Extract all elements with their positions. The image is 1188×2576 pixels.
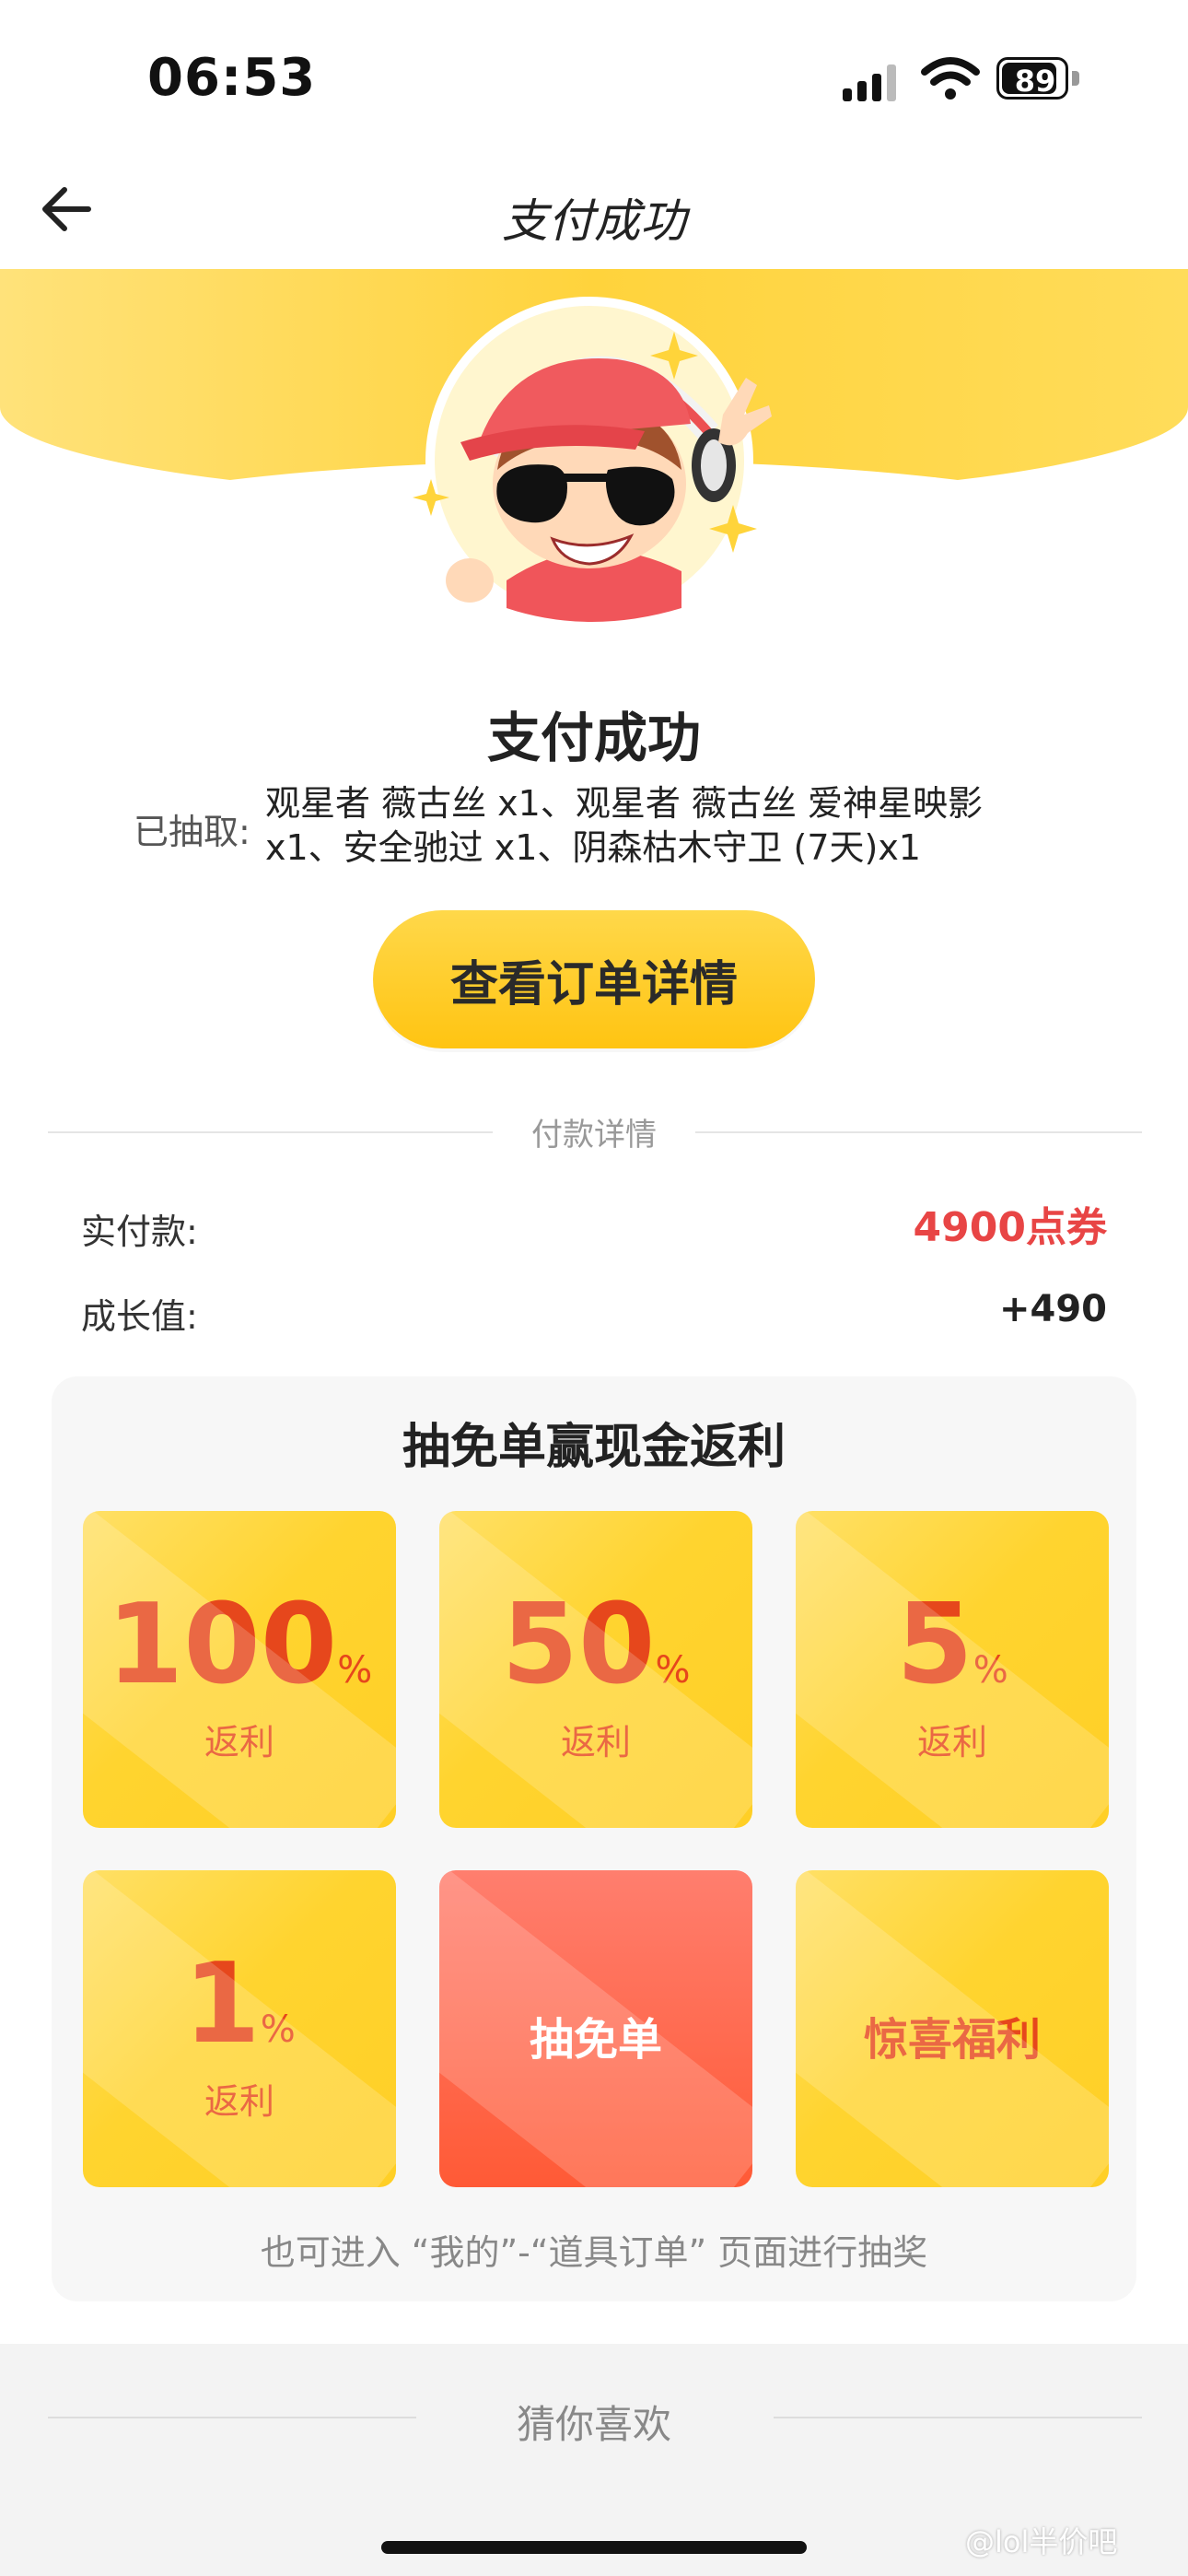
- drawn-label: 已抽取:: [134, 812, 250, 852]
- cashback-tile-5[interactable]: 5% 返利: [796, 1511, 1109, 1828]
- watermark: @lol半价吧: [965, 2524, 1118, 2559]
- tile-unit: %: [973, 1649, 1008, 1692]
- status-time: 06:53: [147, 48, 317, 108]
- drawn-items-line-2: x1、安全驰过 x1、阴森枯木守卫 (7天)x1: [265, 827, 921, 868]
- tile-value: 100: [106, 1581, 338, 1709]
- recommend-label: 猜你喜欢: [516, 2402, 671, 2447]
- growth-value: +490: [998, 1288, 1107, 1330]
- tile-value: 50: [501, 1581, 656, 1709]
- tile-unit: %: [655, 1649, 691, 1692]
- wifi-icon: [921, 57, 980, 100]
- success-title: 支付成功: [486, 707, 701, 769]
- status-bar: 06:53 89: [0, 0, 1188, 157]
- cashback-panel: 抽免单赢现金返利 100% 返利 50% 返利 5% 返利 1% 返利 抽免单 …: [52, 1376, 1136, 2301]
- tile-unit: %: [260, 2008, 296, 2051]
- battery-percent: 89: [1014, 64, 1056, 99]
- tile-value: 5: [896, 1581, 973, 1709]
- paid-label: 实付款:: [81, 1212, 198, 1252]
- tile-label: 返利: [916, 1722, 987, 1762]
- tile-label: 返利: [204, 2081, 274, 2122]
- mascot-illustration: [413, 297, 772, 625]
- draw-free-order-button[interactable]: 抽免单: [439, 1870, 752, 2187]
- cashback-tile-50[interactable]: 50% 返利: [439, 1511, 752, 1828]
- payment-section-label: 付款详情: [493, 1109, 695, 1154]
- page-title: 支付成功: [502, 194, 686, 248]
- draw-free-order-label: 抽免单: [529, 2014, 662, 2066]
- cashback-hint: 也可进入 “我的”-“道具订单” 页面进行抽奖: [260, 2232, 928, 2273]
- cellular-signal-icon: [843, 64, 900, 101]
- surprise-benefit-label: 惊喜福利: [863, 2014, 1041, 2066]
- drawn-items: 观星者 薇古丝 x1、观星者 薇古丝 爱神星映影 x1、安全驰过 x1、阴森枯木…: [265, 781, 1057, 870]
- cashback-title: 抽免单赢现金返利: [402, 1420, 786, 1475]
- home-indicator[interactable]: [381, 2541, 807, 2554]
- growth-label: 成长值:: [81, 1296, 198, 1337]
- battery-icon: 89: [996, 57, 1081, 101]
- paid-value: 4900点券: [913, 1204, 1107, 1251]
- tile-label: 返利: [560, 1722, 631, 1762]
- cashback-tile-100[interactable]: 100% 返利: [83, 1511, 396, 1828]
- drawn-items-line-1: 观星者 薇古丝 x1、观星者 薇古丝 爱神星映影: [265, 783, 983, 824]
- tile-unit: %: [337, 1649, 373, 1692]
- view-order-details-button[interactable]: 查看订单详情: [373, 910, 815, 1048]
- tile-value: 1: [183, 1940, 261, 2068]
- surprise-benefit-tile[interactable]: 惊喜福利: [796, 1870, 1109, 2187]
- nav-bar: 支付成功: [0, 157, 1188, 267]
- tile-label: 返利: [204, 1722, 274, 1762]
- cashback-tile-1[interactable]: 1% 返利: [83, 1870, 396, 2187]
